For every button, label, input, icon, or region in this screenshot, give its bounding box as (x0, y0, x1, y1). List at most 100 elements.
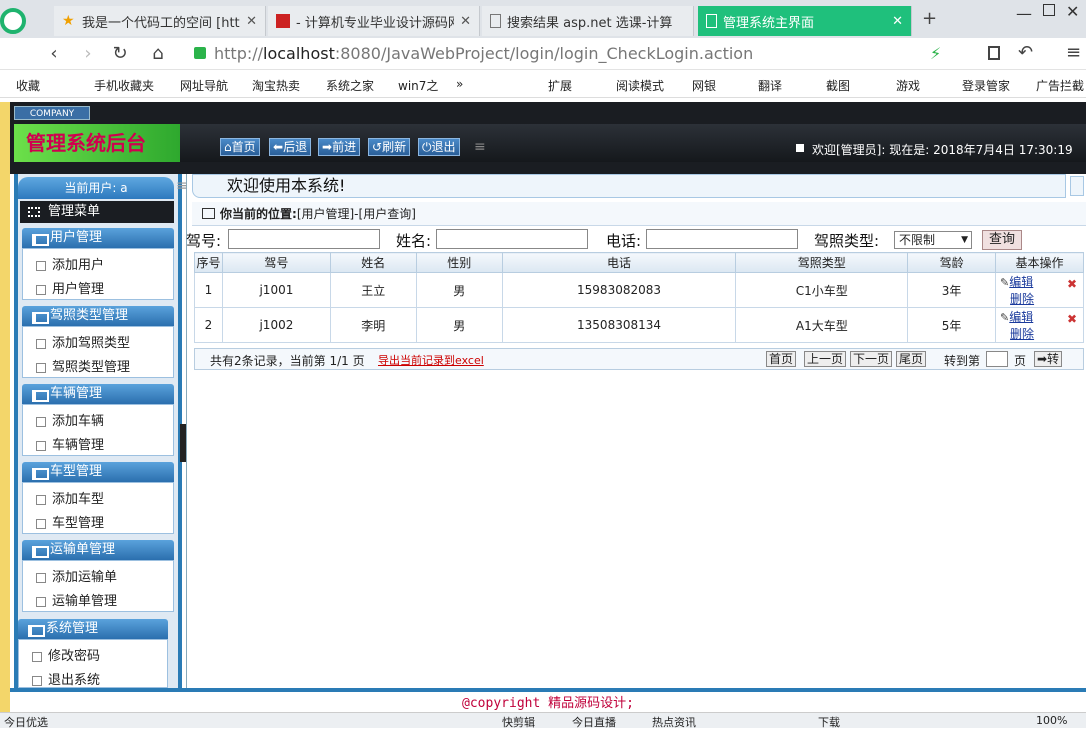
col-driver-no: 驾号 (221, 252, 331, 273)
user-table: 序号 驾号 姓名 性别 电话 驾照类型 驾龄 基本操作 1 j1001 王立 男… (194, 252, 1084, 343)
menu-exit-system[interactable]: 退出系统 (32, 669, 100, 688)
close-window-icon[interactable]: ✕ (1066, 2, 1079, 21)
bookmark-xitong[interactable]: 系统之家 (326, 77, 374, 94)
col-gender: 性别 (415, 252, 503, 273)
delete-x-icon[interactable]: ✖ (1067, 312, 1077, 326)
export-excel-link[interactable]: 导出当前记录到excel (378, 352, 484, 368)
bookmark-mobile[interactable]: 手机收藏夹 (94, 77, 154, 94)
tab-2[interactable]: - 计算机专业毕业设计源码网 ✕ (268, 6, 480, 36)
bookmark-more[interactable]: » (456, 77, 463, 91)
company-logo: COMPANY (14, 106, 90, 120)
tab-4-active[interactable]: 管理系统主界面 ✕ (698, 6, 912, 36)
bookmark-taobao[interactable]: 淘宝热卖 (252, 77, 300, 94)
first-page-button[interactable]: 首页 (766, 351, 797, 367)
edit-link[interactable]: 编辑 (1009, 275, 1033, 289)
col-name: 姓名 (329, 252, 417, 273)
pencil-icon: ✎ (1000, 311, 1010, 324)
bookmark-read[interactable]: 阅读模式 (616, 77, 664, 94)
label-phone: 电话: (606, 232, 642, 250)
reload-icon[interactable]: ↻ (108, 42, 132, 66)
bookmark-nav[interactable]: 网址导航 (180, 77, 228, 94)
maximize-icon[interactable] (1043, 4, 1055, 16)
menu-add-vehicle[interactable]: 添加车辆 (36, 410, 104, 429)
close-icon[interactable]: ✕ (460, 14, 471, 29)
bookmarks-bar (0, 70, 1086, 98)
col-phone: 电话 (501, 252, 737, 273)
bookmark-bank[interactable]: 网银 (692, 77, 716, 94)
status-zoom[interactable]: 100% (1036, 714, 1067, 727)
page-icon (490, 14, 501, 28)
group-waybill[interactable]: 运输单管理 (22, 540, 174, 560)
forward-button[interactable]: ➡前进 (318, 138, 361, 156)
prev-page-button[interactable]: 上一页 (804, 351, 847, 367)
col-license-type: 驾照类型 (735, 252, 909, 273)
edit-link[interactable]: 编辑 (1009, 310, 1033, 324)
bookmark-login[interactable]: 登录管家 (962, 77, 1010, 94)
phone-input[interactable] (646, 229, 798, 249)
menu-title: 管理菜单 (20, 201, 174, 223)
scrollbar-arrow[interactable] (1070, 176, 1084, 196)
row-actions: ✎编辑删除 ✖ (995, 272, 1084, 308)
delete-link[interactable]: 删除 (1010, 292, 1034, 306)
menu-add-waybill[interactable]: 添加运输单 (36, 566, 117, 585)
tab-3[interactable]: 搜索结果 asp.net 选课-计算 (482, 6, 694, 36)
url-field[interactable]: http://localhost:8080/JavaWebProject/log… (214, 42, 954, 66)
bookmark-extend[interactable]: 扩展 (548, 77, 572, 94)
menu-add-model[interactable]: 添加车型 (36, 488, 104, 507)
menu-add-license-type[interactable]: 添加驾照类型 (36, 332, 130, 351)
welcome-status: 欢迎[管理员]: 现在是: 2018年7月4日 17:30:19 (812, 143, 1073, 157)
back-button[interactable]: ⬅后退 (269, 138, 312, 156)
browser-status-bar (0, 712, 1086, 728)
group-vehicle[interactable]: 车辆管理 (22, 384, 174, 404)
menu-manage-model[interactable]: 车型管理 (36, 512, 104, 531)
pencil-icon: ✎ (1000, 276, 1010, 289)
home-icon[interactable]: ⌂ (146, 42, 170, 66)
logout-button[interactable]: ⏻退出 (418, 138, 460, 156)
menu-manage-waybill[interactable]: 运输单管理 (36, 590, 117, 609)
page-icon (706, 14, 717, 28)
license-type-select[interactable]: 不限制 (894, 231, 972, 249)
tab-1[interactable]: ★ 我是一个代码工的空间 [http: ✕ (54, 6, 266, 36)
menu-change-password[interactable]: 修改密码 (32, 645, 100, 664)
lightning-icon[interactable]: ⚡ (930, 44, 941, 63)
group-user-management[interactable]: 用户管理 (22, 228, 174, 248)
group-vehicle-model[interactable]: 车型管理 (22, 462, 174, 482)
group-license-type[interactable]: 驾照类型管理 (22, 306, 174, 326)
undo-icon[interactable]: ↶ (1018, 42, 1033, 63)
driver-no-input[interactable] (228, 229, 380, 249)
home-button[interactable]: ⌂首页 (220, 138, 260, 156)
new-tab-button[interactable]: + (922, 8, 937, 29)
menu-manage-license-type[interactable]: 驾照类型管理 (36, 356, 130, 375)
menu-add-user[interactable]: 添加用户 (36, 254, 104, 273)
table-row: 2 j1002 李明 男 13508308134 A1大车型 5年 ✎编辑 删除 ✖ (194, 307, 1084, 343)
last-page-button[interactable]: 尾页 (896, 351, 927, 367)
close-icon[interactable]: ✕ (246, 14, 257, 29)
refresh-button[interactable]: ↺刷新 (368, 138, 411, 156)
browser-logo-icon[interactable] (0, 8, 26, 34)
bookmark-favorites[interactable]: 收藏 (16, 77, 40, 94)
query-button[interactable]: 查询 (982, 230, 1022, 250)
bookmark-win7[interactable]: win7之 (398, 77, 438, 94)
browser-side-strip (0, 102, 10, 712)
table-row: 1 j1001 王立 男 15983082083 C1小车型 3年 ✎编辑 删除 ✖ (194, 272, 1084, 308)
go-button[interactable]: ➡转 (1034, 351, 1063, 367)
menu-manage-vehicle[interactable]: 车辆管理 (36, 434, 104, 453)
next-page-button[interactable]: 下一页 (850, 351, 893, 367)
bookmark-screenshot[interactable]: 截图 (826, 77, 850, 94)
back-icon[interactable]: ‹ (42, 42, 66, 66)
menu-manage-user[interactable]: 用户管理 (36, 278, 104, 297)
forward-icon[interactable]: › (76, 42, 100, 66)
menu-icon[interactable]: ≡ (1066, 42, 1081, 63)
bookmark-games[interactable]: 游戏 (896, 77, 920, 94)
bookmark-icon[interactable] (988, 46, 1000, 60)
delete-link[interactable]: 删除 (1010, 327, 1034, 341)
goto-page-input[interactable] (986, 351, 1008, 367)
bookmark-adblock[interactable]: 广告拦截 (1036, 77, 1084, 94)
close-icon[interactable]: ✕ (892, 14, 903, 29)
name-input[interactable] (436, 229, 588, 249)
group-system[interactable]: 系统管理 (18, 619, 168, 639)
bookmark-translate[interactable]: 翻译 (758, 77, 782, 94)
delete-x-icon[interactable]: ✖ (1067, 277, 1077, 291)
minimize-icon[interactable]: — (1016, 4, 1032, 23)
label-license-type: 驾照类型: (814, 232, 880, 250)
